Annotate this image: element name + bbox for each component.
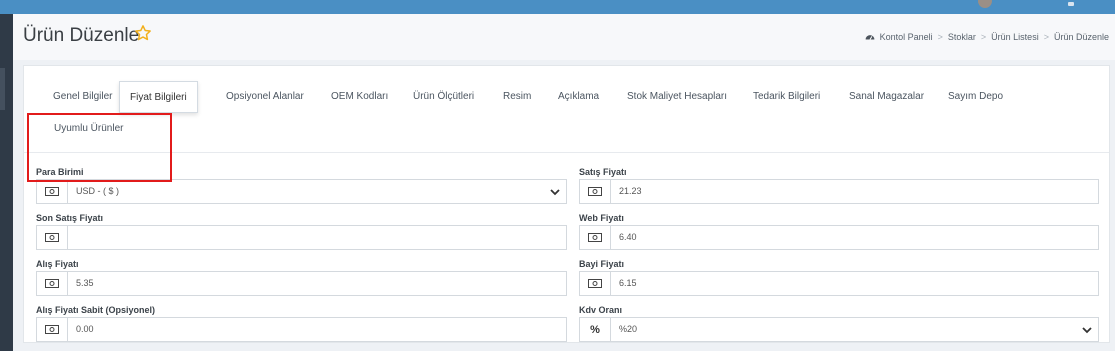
tab-fiyat-bilgileri[interactable]: Fiyat Bilgileri bbox=[119, 81, 198, 113]
page-content: Ürün Düzenle Kontol Paneli > Stoklar > Ü… bbox=[13, 14, 1115, 351]
tab-sayim-depo[interactable]: Sayım Depo bbox=[938, 81, 1013, 113]
chevron-down-icon bbox=[550, 189, 560, 196]
avatar[interactable] bbox=[978, 0, 992, 8]
bayi-fiyati-label: Bayi Fiyatı bbox=[579, 259, 625, 269]
kdv-orani-select[interactable]: % %20 bbox=[579, 317, 1099, 342]
percent-icon: % bbox=[580, 318, 611, 341]
alis-fiyati-sabit-label: Alış Fiyatı Sabit (Opsiyonel) bbox=[36, 305, 156, 315]
bayi-fiyati-input[interactable]: 6.15 bbox=[579, 271, 1099, 296]
satis-fiyati-input[interactable]: 21.23 bbox=[579, 179, 1099, 204]
tab-aciklama[interactable]: Açıklama bbox=[548, 81, 609, 113]
alis-fiyati-value: 5.35 bbox=[76, 278, 94, 288]
money-icon bbox=[580, 180, 611, 203]
para-birimi-value: USD - ( $ ) bbox=[76, 186, 120, 196]
money-icon bbox=[580, 272, 611, 295]
tab-sanal-magazalar[interactable]: Sanal Magazalar bbox=[839, 81, 934, 113]
money-icon bbox=[580, 226, 611, 249]
son-satis-fiyati-input[interactable] bbox=[36, 225, 567, 250]
web-fiyati-input[interactable]: 6.40 bbox=[579, 225, 1099, 250]
breadcrumb-separator: > bbox=[980, 32, 987, 42]
satis-fiyati-label: Satış Fiyatı bbox=[579, 167, 627, 177]
product-edit-card: Genel Bilgiler Fiyat Bilgileri Opsiyonel… bbox=[23, 65, 1110, 343]
kdv-orani-label: Kdv Oranı bbox=[579, 305, 623, 315]
money-icon bbox=[37, 226, 68, 249]
menu-toggle-icon[interactable] bbox=[1068, 2, 1074, 6]
page-header: Ürün Düzenle Kontol Paneli > Stoklar > Ü… bbox=[13, 14, 1115, 60]
alis-fiyati-label: Alış Fiyatı bbox=[36, 259, 79, 269]
star-icon[interactable] bbox=[134, 24, 152, 42]
breadcrumb: Kontol Paneli > Stoklar > Ürün Listesi >… bbox=[865, 32, 1109, 42]
breadcrumb-item-product-edit: Ürün Düzenle bbox=[1053, 32, 1109, 42]
breadcrumb-item-stocks[interactable]: Stoklar bbox=[948, 32, 976, 42]
dashboard-icon bbox=[865, 35, 874, 40]
para-birimi-select[interactable]: USD - ( $ ) bbox=[36, 179, 567, 204]
top-navbar bbox=[0, 0, 1115, 14]
percent-addon-text: % bbox=[590, 323, 600, 336]
tab-resim[interactable]: Resim bbox=[493, 81, 541, 113]
tab-bar: Genel Bilgiler Fiyat Bilgileri Opsiyonel… bbox=[24, 66, 1109, 153]
kdv-orani-value: %20 bbox=[619, 324, 638, 334]
annotation-highlight-box bbox=[27, 113, 172, 182]
web-fiyati-label: Web Fiyatı bbox=[579, 213, 624, 223]
son-satis-fiyati-label: Son Satış Fiyatı bbox=[36, 213, 104, 223]
tab-opsiyonel-alanlar[interactable]: Opsiyonel Alanlar bbox=[216, 81, 314, 113]
alis-fiyati-sabit-value: 0.00 bbox=[76, 324, 94, 334]
breadcrumb-separator: > bbox=[1043, 32, 1049, 42]
breadcrumb-item-dashboard[interactable]: Kontol Paneli bbox=[880, 32, 933, 42]
sidebar-toggle[interactable] bbox=[0, 68, 5, 110]
tab-stok-maliyet-hesaplari[interactable]: Stok Maliyet Hesapları bbox=[617, 81, 737, 113]
tab-tedarik-bilgileri[interactable]: Tedarik Bilgileri bbox=[743, 81, 830, 113]
tab-genel-bilgiler[interactable]: Genel Bilgiler bbox=[43, 81, 122, 113]
breadcrumb-item-product-list[interactable]: Ürün Listesi bbox=[991, 32, 1039, 42]
sidebar bbox=[0, 14, 13, 351]
bayi-fiyati-value: 6.15 bbox=[619, 278, 637, 288]
tab-oem-kodlari[interactable]: OEM Kodları bbox=[321, 81, 398, 113]
breadcrumb-separator: > bbox=[937, 32, 943, 42]
money-icon bbox=[37, 272, 68, 295]
satis-fiyati-value: 21.23 bbox=[619, 186, 642, 196]
money-icon bbox=[37, 180, 68, 203]
alis-fiyati-input[interactable]: 5.35 bbox=[36, 271, 567, 296]
money-icon bbox=[37, 318, 68, 341]
tab-urun-olcutleri[interactable]: Ürün Ölçütleri bbox=[403, 81, 484, 113]
chevron-down-icon bbox=[1082, 327, 1092, 334]
web-fiyati-value: 6.40 bbox=[619, 232, 637, 242]
alis-fiyati-sabit-input[interactable]: 0.00 bbox=[36, 317, 567, 342]
page-title: Ürün Düzenle bbox=[23, 25, 140, 46]
